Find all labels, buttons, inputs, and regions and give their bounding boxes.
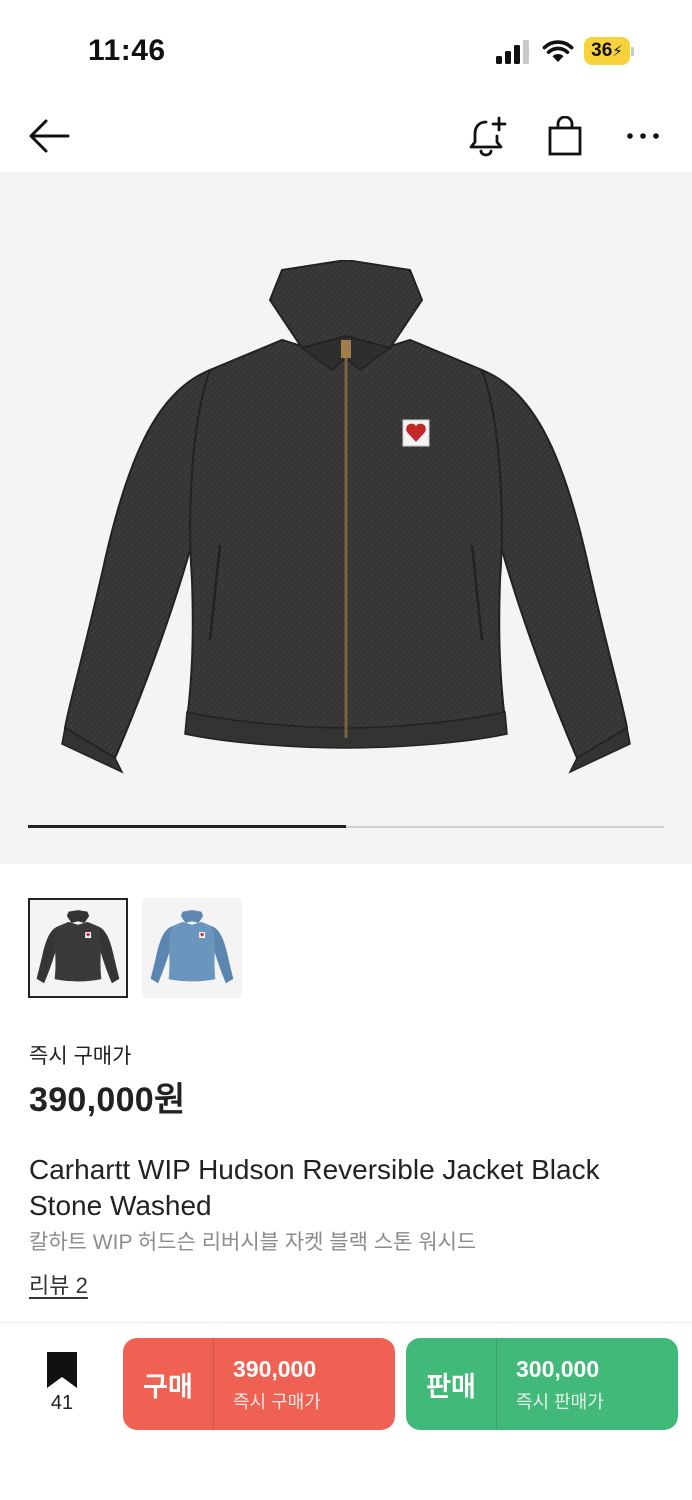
shopping-bag-icon[interactable] <box>541 112 589 160</box>
product-name-en: Carhartt WIP Hudson Reversible Jacket Bl… <box>29 1154 600 1221</box>
bookmark-count: 41 <box>50 1392 74 1414</box>
top-nav-bar <box>0 100 692 172</box>
buy-button[interactable]: 구매 390,000 즉시 구매가 <box>123 1338 395 1430</box>
price-label: 즉시 구매가 <box>29 1045 132 1068</box>
product-name-ko: 칼하트 WIP 허드슨 리버시블 자켓 블랙 스톤 워시드 <box>29 1231 477 1254</box>
buy-label: 구매 <box>143 1371 193 1402</box>
image-progress-track <box>28 825 664 828</box>
signal-icon <box>496 40 529 64</box>
buy-sub-label: 즉시 구매가 <box>233 1392 321 1412</box>
status-bar: 11:46 36⚡ <box>0 0 692 100</box>
bottom-divider <box>0 1322 692 1323</box>
thumbnail-jacket-blue <box>150 910 234 984</box>
bookmark-icon <box>47 1352 77 1388</box>
price-value: 390,000원 <box>29 1081 186 1119</box>
sell-button[interactable]: 판매 300,000 즉시 판매가 <box>406 1338 678 1430</box>
thumbnail-blue[interactable] <box>142 898 242 998</box>
buy-divider <box>213 1338 214 1430</box>
bookmark-button[interactable]: 41 <box>30 1346 94 1418</box>
sell-price: 300,000 <box>516 1356 600 1382</box>
review-link[interactable]: 리뷰 2 <box>29 1268 88 1300</box>
wifi-icon <box>542 40 574 62</box>
battery-level: 36 <box>591 40 613 61</box>
status-time: 11:46 <box>88 34 166 67</box>
bell-plus-icon[interactable] <box>464 112 512 160</box>
buy-price: 390,000 <box>233 1356 317 1382</box>
thumbnail-list <box>28 898 242 998</box>
thumbnail-black[interactable] <box>28 898 128 998</box>
product-image-jacket <box>61 260 631 774</box>
sell-divider <box>496 1338 497 1430</box>
product-image-carousel[interactable] <box>0 172 692 864</box>
sell-label: 판매 <box>426 1371 476 1402</box>
image-progress-indicator <box>28 825 346 828</box>
thumbnail-jacket-black <box>36 910 120 984</box>
battery-charging-icon: 36⚡ <box>584 37 634 65</box>
sell-sub-label: 즉시 판매가 <box>516 1392 604 1412</box>
more-icon[interactable] <box>619 112 667 160</box>
back-arrow-icon[interactable] <box>25 112 73 160</box>
